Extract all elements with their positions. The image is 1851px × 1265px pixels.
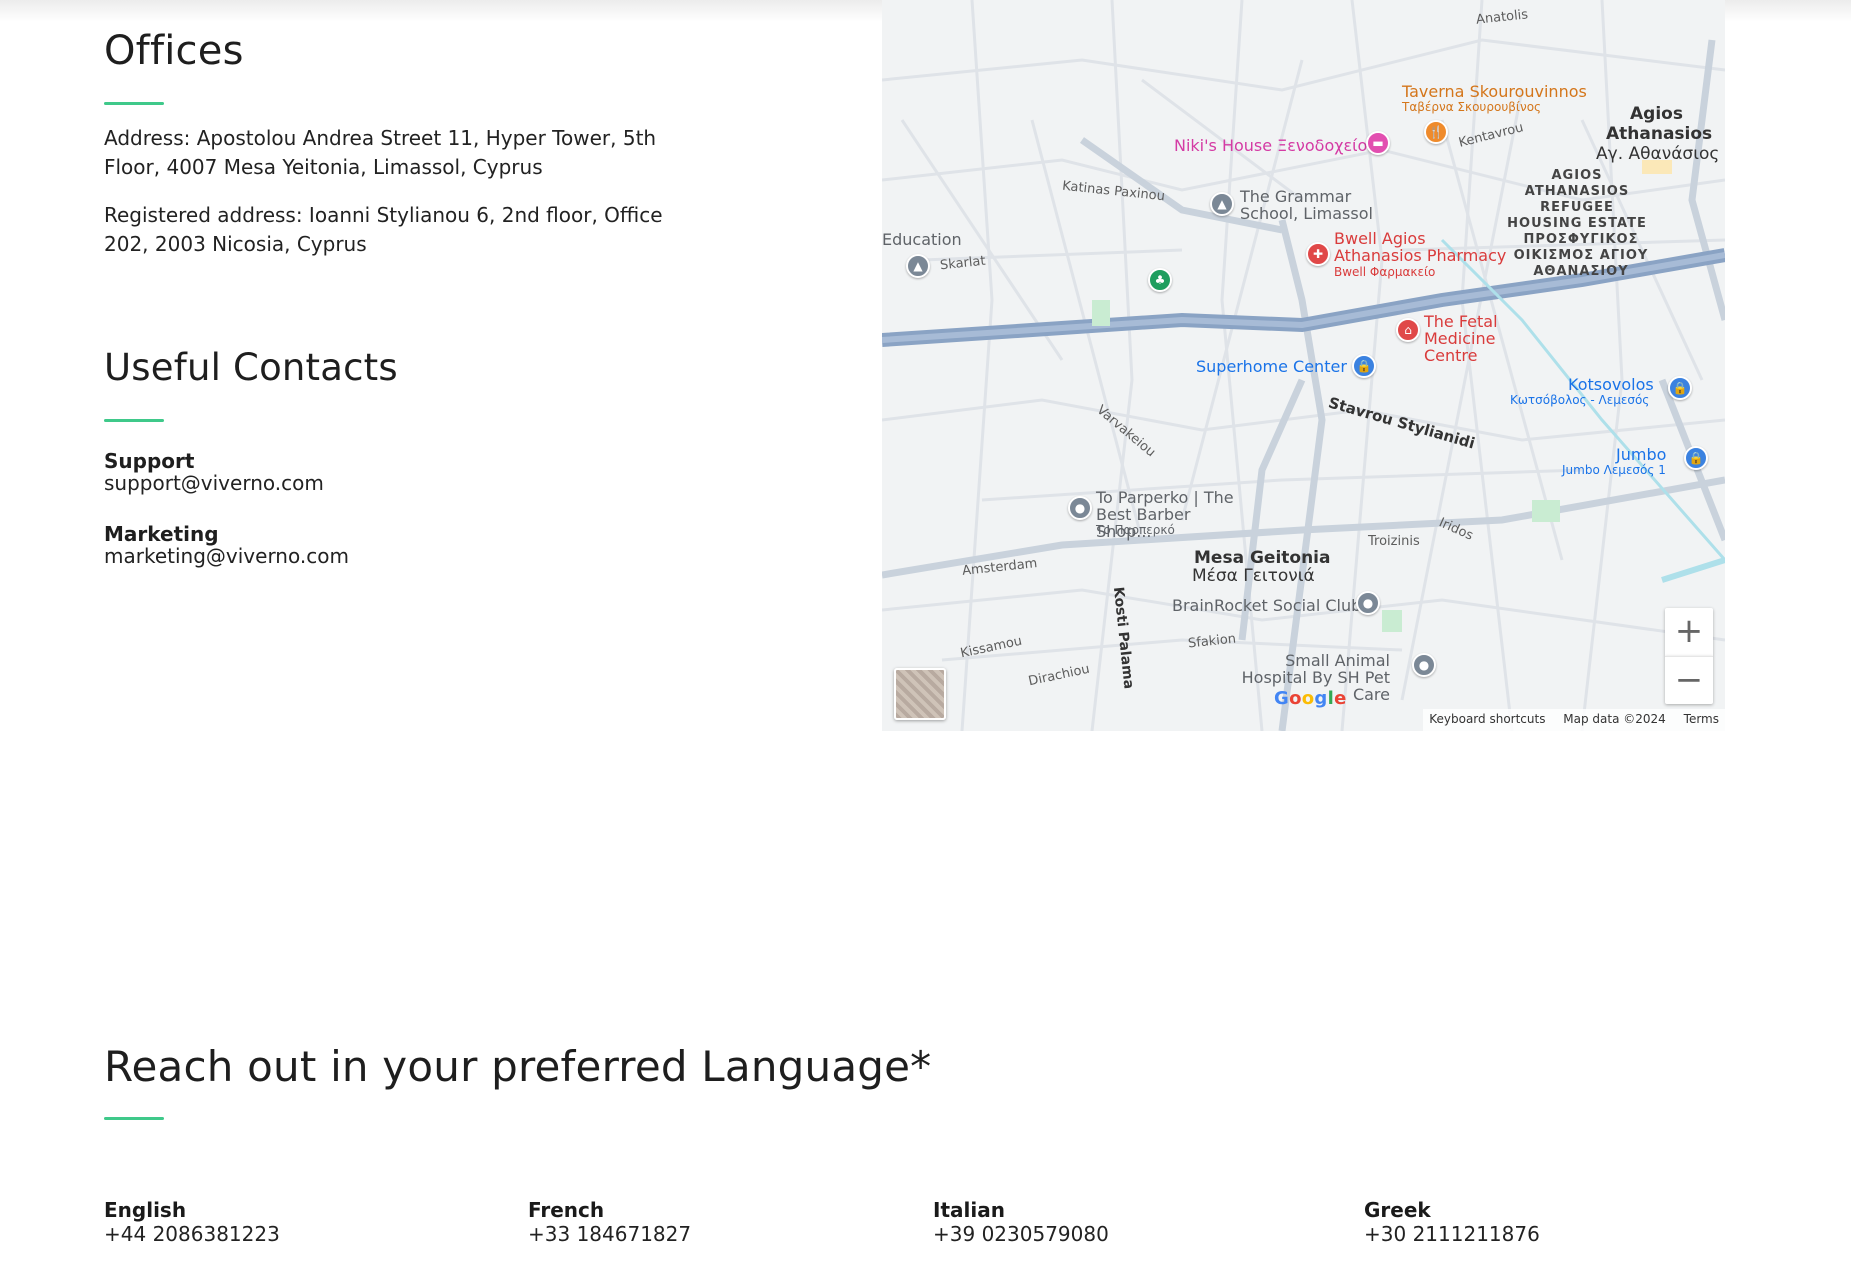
language-phone-link[interactable]: +44 2086381223 [104, 1222, 280, 1246]
support-email-link[interactable]: support@viverno.com [104, 471, 324, 495]
language-name: Greek [1364, 1198, 1431, 1222]
language-name: English [104, 1198, 187, 1222]
map-label-ag-greek: Αγ. Αθανάσιος [1596, 144, 1720, 164]
map-label-bwell-greek: Bwell Φαρμακείο [1334, 265, 1436, 279]
map-label-jumbo: Jumbo [1616, 445, 1667, 464]
pharmacy-pin-icon[interactable]: ✚ [1306, 242, 1330, 266]
map-label-taverna-greek: Ταβέρνα Σκουρουβίνος [1402, 100, 1542, 114]
map-label-agios: Agios [1630, 104, 1683, 124]
map-label-grammar-school: The Grammar School, Limassol [1240, 187, 1373, 223]
marketing-email-link[interactable]: marketing@viverno.com [104, 544, 349, 568]
language-french: French +33 184671827 [528, 1198, 691, 1246]
map-attribution: Keyboard shortcuts Map data ©2024 Terms [1423, 709, 1725, 731]
language-name: Italian [933, 1198, 1005, 1222]
office-address: Address: Apostolou Andrea Street 11, Hyp… [104, 126, 657, 179]
support-label: Support [104, 449, 195, 473]
map-label-taverna: Taverna Skourouvinnos [1402, 82, 1587, 101]
office-location-map[interactable]: Agios Athanasios Αγ. Αθανάσιος AGIOS ATH… [882, 0, 1725, 731]
map-satellite-layer-toggle[interactable] [894, 668, 946, 720]
keyboard-shortcuts-link[interactable]: Keyboard shortcuts [1429, 712, 1545, 726]
map-label-kotsovolos-greek: Κωτσόβολος - Λεμεσός [1510, 393, 1650, 407]
offices-title: Offices [104, 28, 244, 74]
map-label-education: Education [882, 230, 962, 249]
languages-title: Reach out in your preferred Language* [104, 1042, 932, 1091]
shopping-pin-icon[interactable]: 🔒 [1668, 376, 1692, 400]
languages-accent-line [104, 1117, 164, 1120]
school-pin-icon[interactable]: ▲ [1210, 192, 1234, 216]
map-label-superhome: Superhome Center [1196, 357, 1347, 376]
offices-accent-line [104, 102, 164, 105]
terms-link[interactable]: Terms [1684, 712, 1719, 726]
map-label-kotsovolos: Kotsovolos [1568, 375, 1654, 394]
shopping-pin-icon[interactable]: 🔒 [1352, 354, 1376, 378]
shopping-pin-icon[interactable]: 🔒 [1684, 446, 1708, 470]
vet-pin-icon[interactable]: ● [1412, 653, 1436, 677]
barber-pin-icon[interactable]: ● [1068, 496, 1092, 520]
map-zoom-in-button[interactable]: + [1665, 608, 1713, 656]
language-phone-link[interactable]: +39 0230579080 [933, 1222, 1109, 1246]
hotel-pin-icon[interactable]: ▬ [1366, 131, 1390, 155]
map-street-troizinis: Troizinis [1368, 534, 1420, 549]
google-logo: Google [1274, 688, 1347, 709]
map-label-jumbo-greek: Jumbo Λεμεσός 1 [1562, 463, 1666, 477]
language-name: French [528, 1198, 605, 1222]
useful-contacts-title: Useful Contacts [104, 346, 398, 389]
language-phone-link[interactable]: +30 2111211876 [1364, 1222, 1540, 1246]
map-label-fetal-medicine: The Fetal Medicine Centre [1424, 312, 1498, 365]
contacts-accent-line [104, 419, 164, 422]
map-label-athanasios: Athanasios [1606, 124, 1713, 144]
map-zoom-out-button[interactable]: − [1665, 656, 1713, 704]
map-label-parperko-greek: Το Παρπερκό [1096, 523, 1175, 537]
registered-address: Registered address: Ioanni Stylianou 6, … [104, 203, 663, 256]
map-label-refugee-estate: AGIOS ATHANASIOS REFUGEE HOUSING ESTATE [1507, 168, 1647, 231]
park-pin-icon[interactable]: ♣ [1148, 268, 1172, 292]
language-italian: Italian +39 0230579080 [933, 1198, 1109, 1246]
map-label-bwell-pharmacy: Bwell Agios Athanasios Pharmacy [1334, 229, 1507, 265]
club-pin-icon[interactable]: ● [1356, 591, 1380, 615]
education-pin-icon[interactable]: ▲ [906, 254, 930, 278]
map-label-nikis-house: Niki's House Ξενοδοχείο [1174, 136, 1368, 155]
language-english: English +44 2086381223 [104, 1198, 280, 1246]
restaurant-pin-icon[interactable]: 🍴 [1424, 120, 1448, 144]
map-data-text: Map data ©2024 [1563, 712, 1666, 726]
map-label-mesa-greek: Μέσα Γειτονιά [1192, 566, 1315, 586]
map-label-refugee-greek: ΠΡΟΣΦΥΓΙΚΟΣ ΟΙΚΙΣΜΟΣ ΑΓΙΟΥ ΑΘΑΝΑΣΙΟΥ [1513, 232, 1649, 279]
map-label-brainrocket: BrainRocket Social Club [1172, 596, 1362, 615]
language-greek: Greek +30 2111211876 [1364, 1198, 1540, 1246]
map-label-mesa-geitonia: Mesa Geitonia [1194, 548, 1331, 568]
marketing-label: Marketing [104, 522, 219, 546]
hospital-pin-icon[interactable]: ⌂ [1396, 318, 1420, 342]
language-phone-link[interactable]: +33 184671827 [528, 1222, 691, 1246]
